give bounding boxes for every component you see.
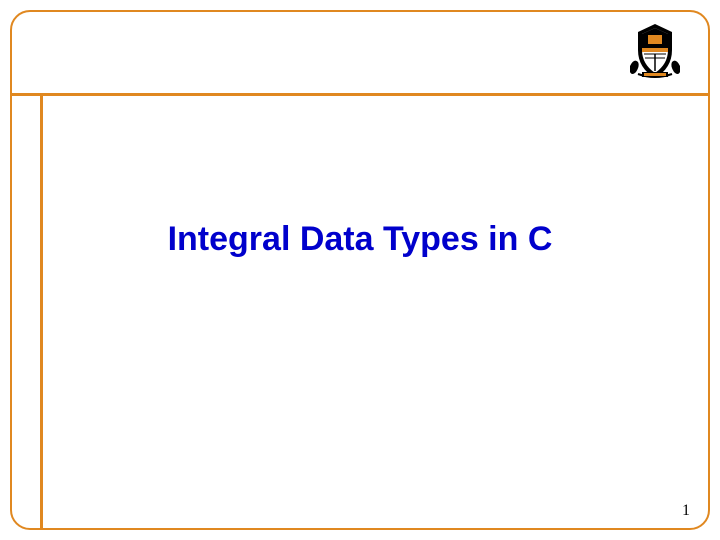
shield-icon bbox=[620, 18, 690, 88]
princeton-logo bbox=[620, 18, 690, 88]
slide-outer-frame bbox=[10, 10, 710, 530]
left-vertical-divider bbox=[40, 93, 43, 530]
slide-title: Integral Data Types in C bbox=[0, 220, 720, 259]
page-number: 1 bbox=[682, 502, 690, 520]
header-divider bbox=[10, 93, 710, 96]
